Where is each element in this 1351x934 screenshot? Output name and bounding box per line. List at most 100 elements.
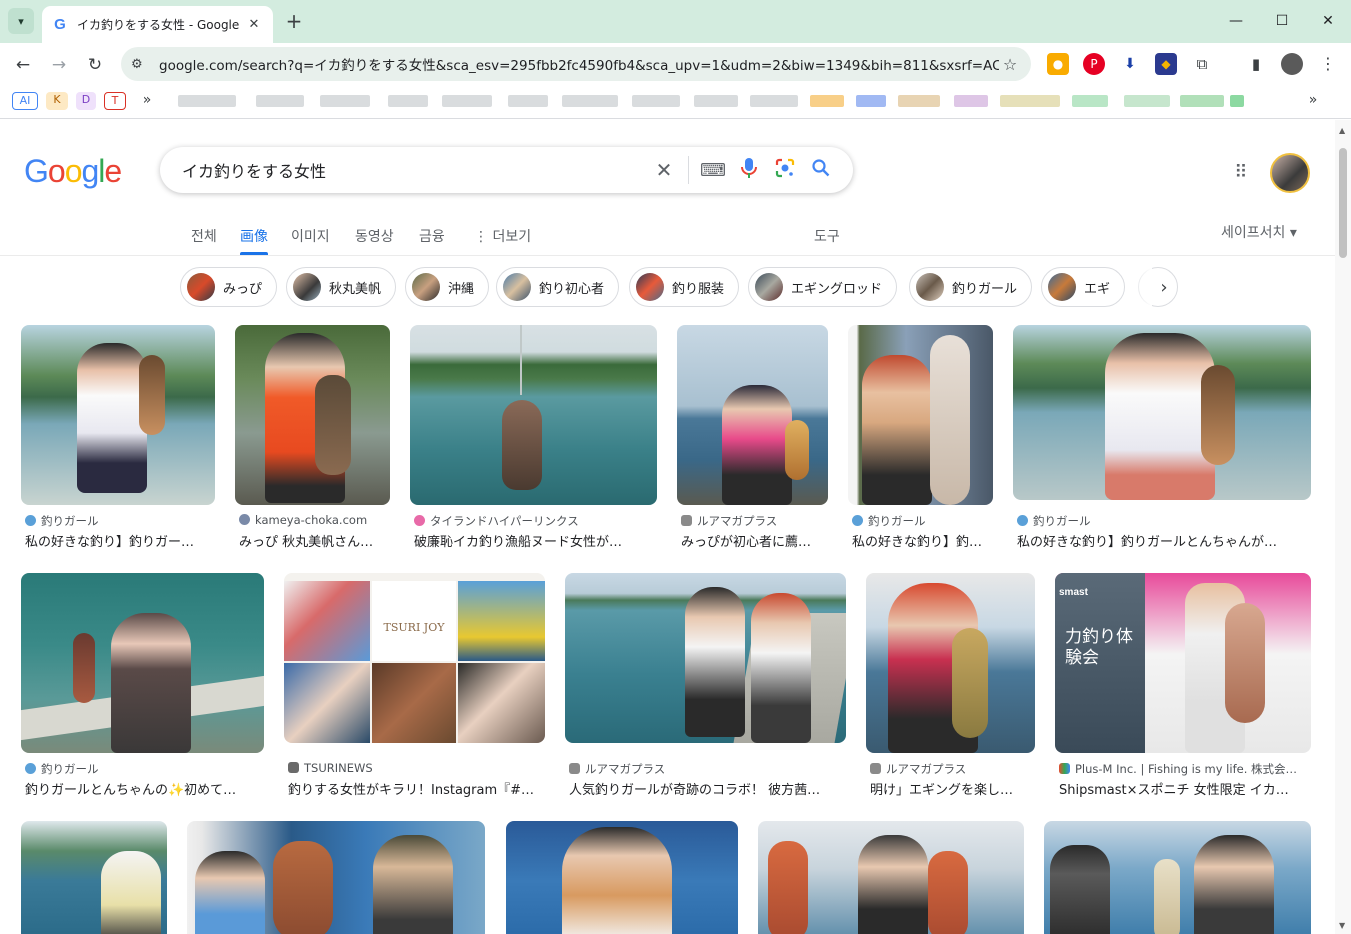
result-source[interactable]: 釣りガール: [1017, 513, 1307, 529]
result-source[interactable]: タイランドハイパーリンクス: [414, 513, 654, 529]
result-title[interactable]: 私の好きな釣り】釣…: [852, 531, 994, 550]
side-panel-icon[interactable]: ▮: [1245, 53, 1267, 75]
address-bar[interactable]: ⚙ google.com/search?q=イカ釣りをする女性&sca_esv=…: [121, 47, 1031, 81]
image-result[interactable]: [187, 821, 485, 934]
result-title[interactable]: 破廉恥イカ釣り漁船ヌード女性が…: [414, 531, 654, 550]
result-thumbnail[interactable]: [187, 821, 485, 934]
bookmark-blurred[interactable]: [954, 95, 988, 107]
result-thumbnail[interactable]: [866, 573, 1035, 753]
tab-all[interactable]: 전체: [191, 226, 217, 246]
tab-more[interactable]: ⋮ 더보기: [474, 226, 531, 246]
image-result[interactable]: [21, 821, 167, 934]
result-source[interactable]: ルアマガプラス: [681, 513, 829, 529]
image-result[interactable]: ルアマガプラス みっぴが初心者に薦…: [677, 325, 828, 550]
extensions-puzzle-icon[interactable]: ⧉: [1191, 53, 1213, 75]
active-tab[interactable]: G イカ釣りをする女性 - Google ✕: [42, 6, 273, 43]
bookmark-blurred[interactable]: [1124, 95, 1170, 107]
bookmark-blurred[interactable]: [750, 95, 798, 107]
chip[interactable]: 釣り初心者: [496, 267, 620, 307]
chip[interactable]: 沖縄: [405, 267, 490, 307]
colorful-extension-icon[interactable]: ◆: [1155, 53, 1177, 75]
result-thumbnail[interactable]: [848, 325, 993, 505]
image-result[interactable]: ルアマガプラス 明け」エギングを楽し…: [866, 573, 1035, 798]
back-icon[interactable]: ←: [9, 51, 37, 79]
tools-button[interactable]: 도구: [814, 226, 840, 246]
google-apps-icon[interactable]: ⠿: [1229, 161, 1253, 185]
close-window-button[interactable]: ✕: [1305, 8, 1351, 34]
image-result[interactable]: TSURI JOY TSURINEWS 釣りする女性がキラリ！Instagram…: [284, 573, 545, 798]
menu-kebab-icon[interactable]: ⋮: [1317, 53, 1339, 75]
result-thumbnail[interactable]: [21, 325, 215, 505]
search-box[interactable]: イカ釣りをする女性 ✕ ⌨: [160, 147, 853, 193]
chip[interactable]: 秋丸美帆: [286, 267, 397, 307]
result-title[interactable]: みっぴが初心者に薦…: [681, 531, 829, 550]
new-tab-button[interactable]: +: [282, 10, 306, 34]
image-result[interactable]: kameya-choka.com みっぴ 秋丸美帆さん…: [235, 325, 390, 550]
bookmark-blurred[interactable]: [1072, 95, 1108, 107]
result-source[interactable]: 釣りガール: [852, 513, 994, 529]
result-thumbnail[interactable]: [677, 325, 828, 505]
result-title[interactable]: Shipsmast×スポニチ 女性限定 イカ…: [1059, 779, 1309, 798]
bookmark-blurred[interactable]: [388, 95, 428, 107]
result-title[interactable]: 私の好きな釣り】釣りガールとんちゃんが…: [1017, 531, 1307, 550]
result-thumbnail[interactable]: [235, 325, 390, 505]
tab-videos[interactable]: 동영상: [355, 226, 394, 246]
result-title[interactable]: 釣りガールとんちゃんの✨初めて…: [25, 779, 265, 798]
bookmark-t[interactable]: T: [104, 92, 126, 110]
tab-finance[interactable]: 금융: [419, 226, 445, 246]
bookmark-blurred[interactable]: [810, 95, 844, 107]
result-thumbnail[interactable]: [506, 821, 738, 934]
maximize-button[interactable]: ☐: [1259, 8, 1305, 34]
image-result[interactable]: 釣りガール 釣りガールとんちゃんの✨初めて…: [21, 573, 264, 798]
bookmark-k[interactable]: K: [46, 92, 68, 110]
bookmark-ai[interactable]: AI: [12, 92, 38, 110]
bookmark-blurred[interactable]: [1230, 95, 1244, 107]
bookmark-d[interactable]: D: [76, 92, 96, 110]
tab-images-ko[interactable]: 이미지: [291, 226, 330, 246]
result-thumbnail[interactable]: TSURI JOY: [284, 573, 545, 743]
result-thumbnail[interactable]: [565, 573, 846, 743]
result-title[interactable]: 私の好きな釣り】釣りガー…: [25, 531, 215, 550]
chip[interactable]: 釣りガール: [909, 267, 1033, 307]
page-scrollbar[interactable]: ▲ ▼: [1335, 120, 1351, 934]
bookmarks-overflow-icon[interactable]: »: [138, 92, 156, 110]
scrollbar-thumb[interactable]: [1339, 148, 1347, 258]
chevron-right-icon[interactable]: ›: [1150, 275, 1178, 303]
result-source[interactable]: TSURINEWS: [288, 761, 543, 775]
bookmark-blurred[interactable]: [632, 95, 680, 107]
result-thumbnail[interactable]: smast 力釣り体験会: [1055, 573, 1311, 753]
tab-search-icon[interactable]: ▾: [8, 8, 34, 34]
result-thumbnail[interactable]: [410, 325, 657, 505]
bookmark-blurred[interactable]: [256, 95, 304, 107]
image-result[interactable]: [758, 821, 1024, 934]
chip[interactable]: みっぴ: [180, 267, 278, 307]
bookmark-star-icon[interactable]: ☆: [999, 55, 1021, 74]
result-thumbnail[interactable]: [21, 573, 264, 753]
bookmark-blurred[interactable]: [320, 95, 370, 107]
tab-close-icon[interactable]: ✕: [245, 16, 263, 34]
scroll-up-icon[interactable]: ▲: [1339, 126, 1345, 135]
url-text[interactable]: google.com/search?q=イカ釣りをする女性&sca_esv=29…: [159, 54, 999, 74]
minimize-button[interactable]: —: [1213, 8, 1259, 34]
safesearch-button[interactable]: 세이프서치 ▾: [1221, 222, 1297, 242]
search-input[interactable]: イカ釣りをする女性: [182, 158, 646, 182]
clear-icon[interactable]: ✕: [646, 158, 682, 182]
bookmark-blurred[interactable]: [856, 95, 886, 107]
microphone-icon[interactable]: [731, 157, 767, 184]
result-title[interactable]: みっぴ 秋丸美帆さん…: [239, 531, 389, 550]
result-thumbnail[interactable]: [1013, 325, 1311, 500]
result-thumbnail[interactable]: [21, 821, 167, 934]
result-thumbnail[interactable]: [758, 821, 1024, 934]
bookmark-blurred[interactable]: [562, 95, 618, 107]
result-source[interactable]: ルアマガプラス: [569, 761, 847, 777]
image-result[interactable]: タイランドハイパーリンクス 破廉恥イカ釣り漁船ヌード女性が…: [410, 325, 657, 550]
account-avatar[interactable]: [1270, 153, 1310, 193]
image-result[interactable]: [506, 821, 738, 934]
image-result[interactable]: 釣りガール 私の好きな釣り】釣…: [848, 325, 993, 550]
bookmarks-overflow-right-icon[interactable]: »: [1304, 92, 1322, 110]
result-title[interactable]: 釣りする女性がキラリ！Instagram『#…: [288, 779, 543, 798]
chip[interactable]: 釣り服装: [629, 267, 740, 307]
image-result[interactable]: ルアマガプラス 人気釣りガールが奇跡のコラボ！ 彼方茜…: [565, 573, 846, 798]
tab-images[interactable]: 画像: [240, 226, 268, 255]
profile-icon[interactable]: [1281, 53, 1303, 75]
